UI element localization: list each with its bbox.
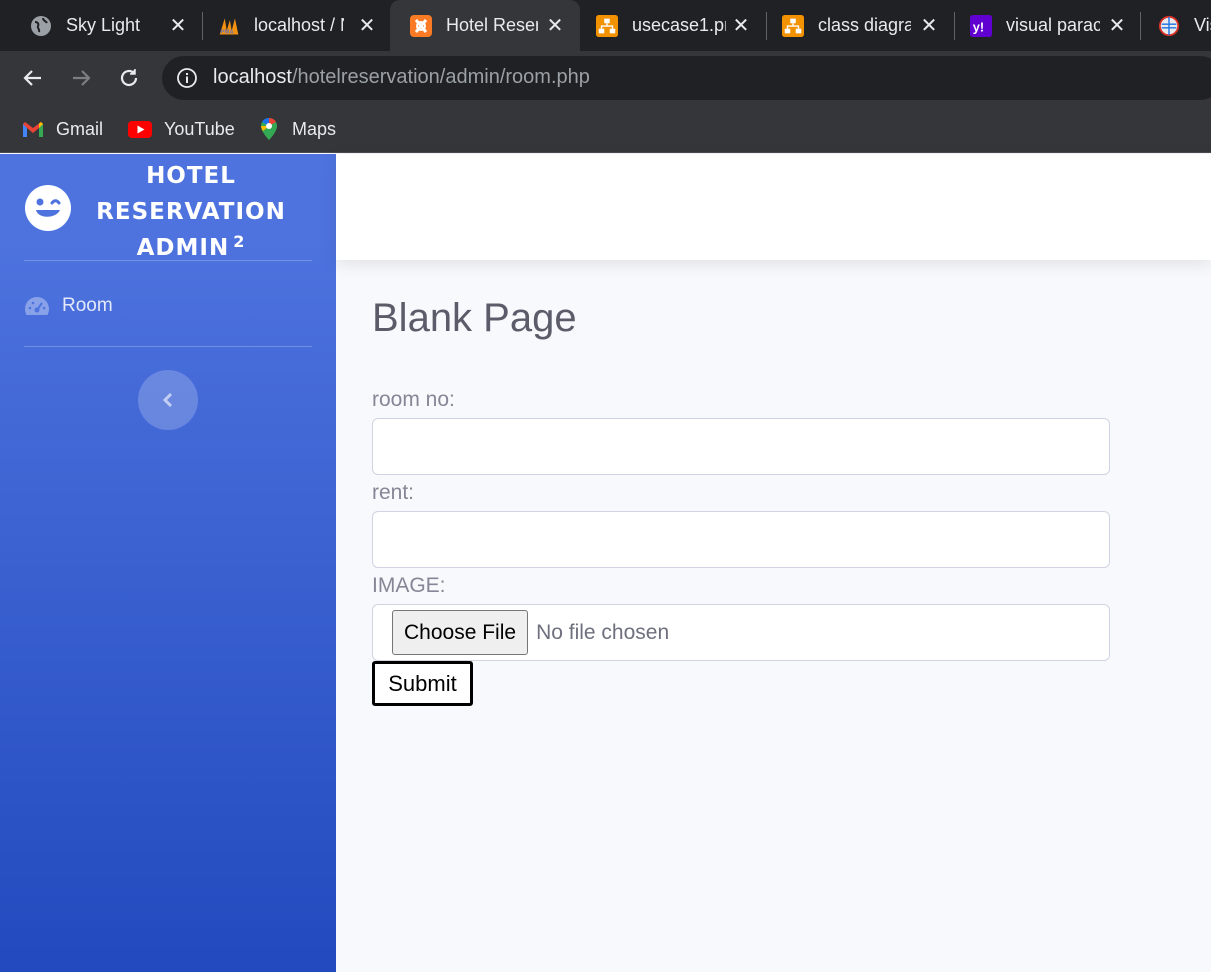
topbar (336, 154, 1211, 260)
sidebar: HOTEL RESERVATION ADMIN 2 Room (0, 154, 336, 972)
phpmyadmin-icon: PMA (218, 15, 240, 37)
main-content: Blank Page room no: rent: IMAGE: Choose … (336, 260, 1211, 972)
forward-button[interactable] (63, 60, 99, 96)
url-text: localhost/hotelreservation/admin/room.ph… (213, 66, 590, 88)
close-icon[interactable]: ✕ (918, 14, 940, 37)
rent-input[interactable] (372, 511, 1110, 568)
close-icon[interactable]: ✕ (544, 14, 566, 37)
yahoo-icon: y! (970, 14, 992, 37)
close-icon[interactable]: ✕ (167, 14, 189, 37)
forward-arrow-icon (73, 70, 91, 86)
back-arrow-icon (23, 70, 41, 86)
address-bar[interactable]: localhost/hotelreservation/admin/room.ph… (162, 56, 1211, 100)
bookmarks-bar: Gmail YouTube Maps (0, 105, 1211, 153)
browser-tab-bar: Sky Light ✕ PMA localhost / N ✕ Hotel Re… (0, 0, 1211, 51)
globe-color-icon (1158, 15, 1180, 37)
close-icon[interactable]: ✕ (1106, 14, 1128, 37)
image-label: IMAGE: (372, 574, 446, 597)
tab-sky-light[interactable]: Sky Light ✕ (10, 0, 200, 51)
visual-paradigm-icon (596, 14, 618, 37)
info-icon[interactable] (176, 67, 198, 89)
back-button[interactable] (15, 60, 51, 96)
chevron-left-icon (162, 392, 173, 408)
sidebar-divider (24, 346, 312, 347)
room-no-input[interactable] (372, 418, 1110, 475)
sidebar-divider (24, 260, 312, 261)
browser-toolbar: localhost/hotelreservation/admin/room.ph… (0, 51, 1211, 105)
bookmark-youtube[interactable]: YouTube (128, 105, 235, 153)
xampp-icon (410, 14, 432, 37)
image-file-input[interactable]: Choose File No file chosen (372, 604, 1110, 661)
bookmark-gmail[interactable]: Gmail (22, 105, 103, 153)
globe-icon (30, 15, 52, 37)
laugh-wink-icon (25, 185, 71, 231)
page-title: Blank Page (372, 296, 577, 340)
room-no-label: room no: (372, 388, 455, 411)
file-status: No file chosen (536, 620, 670, 644)
bookmark-maps[interactable]: Maps (258, 105, 336, 153)
sidebar-item-label: Room (62, 295, 113, 316)
svg-text:PMA: PMA (221, 29, 235, 35)
choose-file-button[interactable]: Choose File (392, 610, 529, 655)
submit-button[interactable]: Submit (372, 661, 473, 706)
tab-usecase[interactable]: usecase1.pr ✕ (582, 0, 764, 51)
close-icon[interactable]: ✕ (356, 14, 378, 37)
tab-yahoo-search[interactable]: y! visual parac ✕ (956, 0, 1138, 51)
reload-icon (120, 69, 138, 87)
sidebar-toggle-button[interactable] (138, 370, 198, 430)
tab-class-diagram[interactable]: class diagra ✕ (768, 0, 952, 51)
close-icon[interactable]: ✕ (730, 14, 752, 37)
tachometer-icon (24, 293, 50, 319)
page: HOTEL RESERVATION ADMIN 2 Room Blank Page… (0, 154, 1211, 972)
tab-hotel-reservation[interactable]: Hotel Reser ✕ (390, 0, 580, 51)
sidebar-item-room[interactable]: Room (0, 284, 336, 328)
tab-visual-paradigm[interactable]: Vis (1142, 0, 1211, 51)
brand-version: 2 (233, 232, 246, 251)
tab-phpmyadmin[interactable]: PMA localhost / N ✕ (204, 0, 388, 51)
reload-button[interactable] (111, 60, 147, 96)
svg-text:y!: y! (973, 19, 984, 34)
gmail-icon (22, 118, 44, 140)
visual-paradigm-icon (782, 14, 804, 37)
rent-label: rent: (372, 481, 415, 504)
youtube-icon (128, 118, 152, 140)
maps-icon (258, 117, 280, 140)
brand-title: HOTEL RESERVATION ADMIN 2 (96, 163, 286, 261)
sidebar-brand[interactable]: HOTEL RESERVATION ADMIN 2 (0, 154, 336, 261)
